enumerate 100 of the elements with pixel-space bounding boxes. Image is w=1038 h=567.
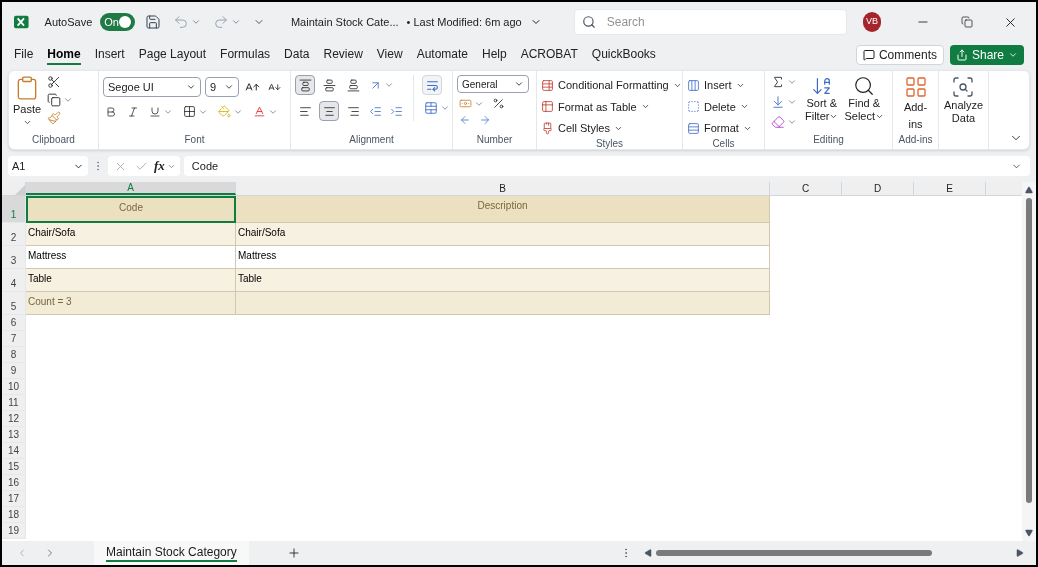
scroll-down-icon [1025,529,1033,537]
table-cell: Mattress [236,246,770,269]
font-size-field[interactable]: 9 [205,77,239,97]
share-icon [955,49,968,61]
row-header[interactable]: 17 [2,491,26,507]
font-name-field[interactable]: Segoe UI [103,77,201,97]
row-header[interactable]: 13 [2,427,26,443]
menu-tab[interactable]: QuickBooks [591,45,656,65]
row-header[interactable]: 4 [2,269,26,292]
scroll-up-icon [1025,186,1033,194]
row-header[interactable]: 8 [2,347,26,363]
menu-tab[interactable]: Data [284,45,310,65]
sheet-tab[interactable]: Maintain Stock Category [94,541,249,565]
styles-menu-button[interactable]: Conditional Formatting [541,77,682,94]
percent-icon [492,97,505,110]
search-field[interactable]: Search [573,9,847,35]
document-title[interactable]: Maintain Stock Cate... • Last Modified: 6m ago [290,13,542,31]
rows-icon [687,121,700,135]
align-top-icon [298,78,312,92]
caret-icon [875,112,885,121]
menu-tab[interactable]: Home [47,45,81,65]
row-header[interactable]: 6 [2,315,26,331]
group-label: Clipboard [31,133,76,147]
column-header[interactable]: A [26,182,236,195]
formula-field[interactable]: Code [183,156,1030,176]
user-avatar[interactable]: VB [862,12,881,32]
row-header[interactable]: 1 [2,196,26,223]
table-cell: Table [236,269,770,292]
column-header[interactable]: D [842,182,914,195]
row-header[interactable]: 10 [2,379,26,395]
menu-tab[interactable]: File [14,45,34,65]
align-right-icon [346,104,360,118]
decrease-indent-button[interactable] [367,104,384,118]
column-header[interactable]: C [770,182,842,195]
sort-filter-button[interactable]: Sort & Filter [805,75,839,129]
group-label: Alignment [348,133,395,147]
table-cell: Chair/Sofa [26,223,236,246]
analyze-data-button[interactable]: Analyze Data [943,75,984,125]
row-header[interactable]: 19 [2,523,26,539]
paste-button[interactable]: Paste [13,75,42,127]
vertical-scrollbar-thumb[interactable] [1026,198,1032,503]
copy-icon [47,93,62,107]
row-header[interactable]: 5 [2,292,26,315]
scroll-right-icon [1016,549,1024,557]
menu-tab[interactable]: View [376,45,403,65]
row-header[interactable]: 7 [2,331,26,347]
align-middle-icon [322,78,336,92]
wrap-text-button[interactable] [422,75,442,95]
comments-button[interactable]: Comments [855,45,944,65]
row-header[interactable]: 2 [2,223,26,246]
column-header[interactable]: E [914,182,986,195]
find-select-button[interactable]: Find & Select [844,75,885,129]
caret-icon [63,95,74,105]
search-icon [853,75,876,97]
row-header[interactable]: 18 [2,507,26,523]
menu-tab[interactable]: Review [323,45,363,65]
caret-icon [190,17,201,27]
undo-icon [172,14,189,30]
styles-menu-button[interactable]: Format as Table [541,98,682,115]
horizontal-align-button[interactable] [319,101,339,121]
autosave-toggle[interactable]: On [100,13,135,31]
search-icon [581,15,596,29]
name-box[interactable]: A1 [8,156,88,176]
number-format-field[interactable]: General [457,75,529,93]
cells-menu-button[interactable]: Delete [687,98,752,115]
table-cell: Chair/Sofa [236,223,770,246]
menu-tab[interactable]: Automate [416,45,468,65]
row-header[interactable]: 3 [2,246,26,269]
table-cell: Description [236,196,770,223]
styles-menu-button[interactable]: Cell Styles [541,120,682,137]
menu-tab[interactable]: Help [482,45,507,65]
cells-menu-button[interactable]: Insert [687,77,752,94]
horizontal-scrollbar-thumb[interactable] [656,550,932,556]
menu-tab[interactable]: Insert [94,45,125,65]
align-left-icon [298,104,312,118]
caret-icon [186,82,196,92]
share-button[interactable]: Share [949,45,1024,65]
increase-indent-button[interactable] [388,104,405,118]
row-header[interactable]: 16 [2,475,26,491]
row-header[interactable]: 14 [2,443,26,459]
row-header[interactable]: 15 [2,459,26,475]
column-header[interactable]: B [236,182,770,195]
paintbrush-icon [47,111,62,125]
align-bottom-icon [346,78,360,92]
cells-menu-button[interactable]: Format [687,120,752,137]
caret-icon [829,112,839,121]
magnifier-chart-icon [951,75,976,99]
menu-tab[interactable]: Formulas [220,45,271,65]
group-label: Add-ins [897,133,934,147]
row-header[interactable]: 9 [2,363,26,379]
row-header[interactable]: 11 [2,395,26,411]
vertical-align-button[interactable] [295,75,315,95]
menu-tab[interactable]: Page Layout [138,45,207,65]
add-ins-button[interactable]: Add-ins [897,75,934,132]
borders-icon [183,105,196,118]
caret-icon [384,80,394,90]
menu-tab[interactable]: ACROBAT [520,45,578,65]
indent-icon [390,104,403,118]
caret-icon [514,79,524,89]
row-header[interactable]: 12 [2,411,26,427]
